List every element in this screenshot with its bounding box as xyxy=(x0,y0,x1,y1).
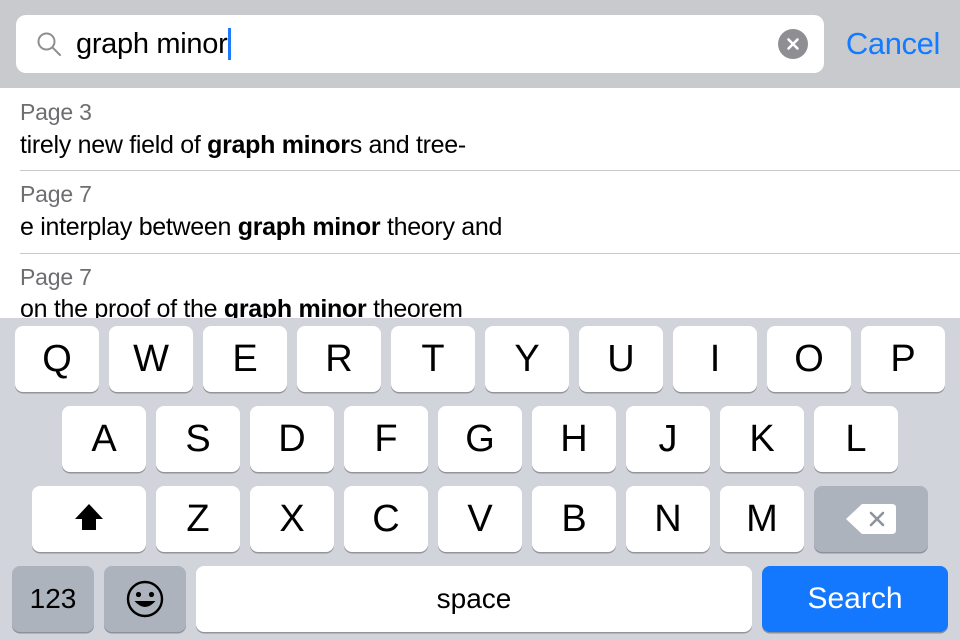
emoji-key[interactable] xyxy=(104,566,186,632)
smiley-face-icon xyxy=(123,577,167,621)
text-caret xyxy=(228,28,232,60)
key-n[interactable]: N xyxy=(626,486,710,552)
key-x[interactable]: X xyxy=(250,486,334,552)
snippet-before: e interplay between xyxy=(20,213,238,241)
keyboard-row-3: Z X C V B N M xyxy=(0,486,960,558)
numbers-key[interactable]: 123 xyxy=(12,566,94,632)
search-icon xyxy=(34,29,64,59)
key-m[interactable]: M xyxy=(720,486,804,552)
key-l[interactable]: L xyxy=(814,406,898,472)
key-c[interactable]: C xyxy=(344,486,428,552)
list-item[interactable]: Page 7 e interplay between graph minor t… xyxy=(0,170,960,253)
key-o[interactable]: O xyxy=(767,326,851,392)
result-page-label: Page 7 xyxy=(20,263,92,290)
result-snippet: on the proof of the graph minor theorem xyxy=(20,295,940,318)
snippet-match: graph minor xyxy=(223,295,367,318)
key-d[interactable]: D xyxy=(250,406,334,472)
key-z[interactable]: Z xyxy=(156,486,240,552)
on-screen-keyboard: Q W E R T Y U I O P A S D F G H J K L Z … xyxy=(0,318,960,640)
keyboard-row-4: 123 space Search xyxy=(0,566,960,638)
cancel-button[interactable]: Cancel xyxy=(846,26,941,62)
snippet-after: s and tree- xyxy=(349,130,467,159)
search-bar: graph minor Cancel xyxy=(0,0,960,88)
key-t[interactable]: T xyxy=(391,326,475,392)
key-e[interactable]: E xyxy=(203,326,287,392)
key-g[interactable]: G xyxy=(438,406,522,472)
key-a[interactable]: A xyxy=(62,406,146,472)
result-snippet: tirely new field of graph minors and tre… xyxy=(20,131,940,160)
space-key[interactable]: space xyxy=(196,566,752,632)
result-page-label: Page 3 xyxy=(20,99,92,125)
list-item[interactable]: Page 3 tirely new field of graph minors … xyxy=(0,88,960,171)
key-w[interactable]: W xyxy=(109,326,193,392)
backspace-delete-icon xyxy=(845,500,897,538)
search-query-text: graph minor xyxy=(76,27,228,60)
backspace-key[interactable] xyxy=(814,486,928,552)
key-k[interactable]: K xyxy=(720,406,804,472)
snippet-after: theory and xyxy=(380,213,503,241)
search-screen: graph minor Cancel Page 3 tirely new fie… xyxy=(0,0,960,640)
list-item[interactable]: Page 7 on the proof of the graph minor t… xyxy=(0,252,960,318)
key-q[interactable]: Q xyxy=(15,326,99,392)
key-p[interactable]: P xyxy=(861,326,945,392)
snippet-before: on the proof of the xyxy=(20,295,224,318)
key-b[interactable]: B xyxy=(532,486,616,552)
search-text-wrap: graph minor xyxy=(76,28,768,61)
key-y[interactable]: Y xyxy=(485,326,569,392)
shift-key[interactable] xyxy=(32,486,146,552)
snippet-before: tirely new field of xyxy=(20,130,208,159)
key-h[interactable]: H xyxy=(532,406,616,472)
key-s[interactable]: S xyxy=(156,406,240,472)
keyboard-row-1: Q W E R T Y U I O P xyxy=(0,326,960,398)
clear-icon[interactable] xyxy=(777,29,808,59)
key-j[interactable]: J xyxy=(626,406,710,472)
search-key[interactable]: Search xyxy=(762,566,948,632)
keyboard-row-2: A S D F G H J K L xyxy=(0,406,960,478)
search-results-list[interactable]: Page 3 tirely new field of graph minors … xyxy=(0,88,960,318)
key-u[interactable]: U xyxy=(579,326,663,392)
result-page-label: Page 7 xyxy=(20,181,92,208)
snippet-match: graph minor xyxy=(207,130,350,159)
snippet-after: theorem xyxy=(366,295,463,318)
key-r[interactable]: R xyxy=(297,326,381,392)
key-v[interactable]: V xyxy=(438,486,522,552)
key-i[interactable]: I xyxy=(673,326,757,392)
shift-arrow-icon xyxy=(69,499,109,539)
key-f[interactable]: F xyxy=(344,406,428,472)
result-snippet: e interplay between graph minor theory a… xyxy=(20,213,940,242)
snippet-match: graph minor xyxy=(237,213,381,241)
search-input[interactable]: graph minor xyxy=(16,15,824,73)
